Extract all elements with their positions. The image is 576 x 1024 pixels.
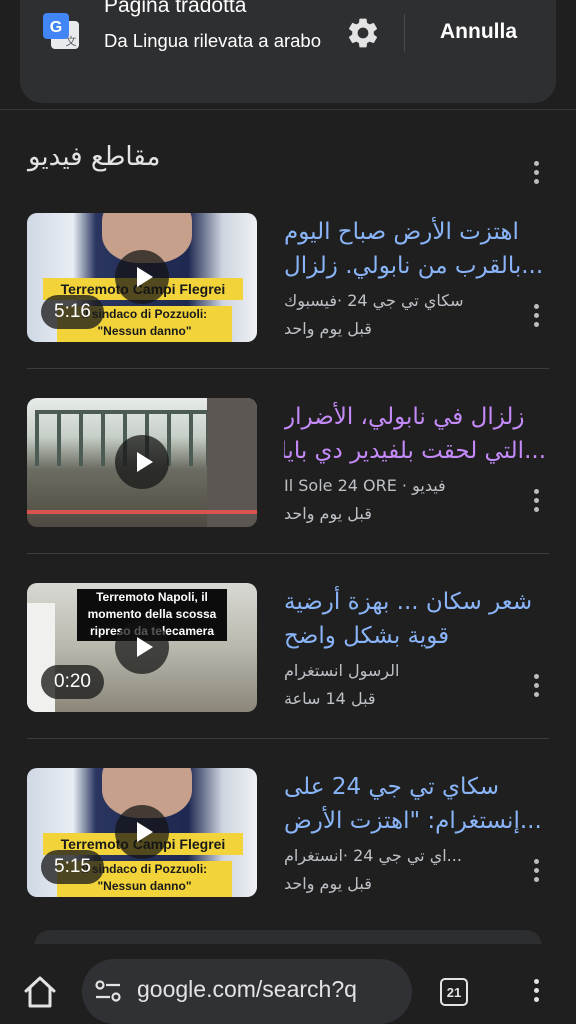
svg-text:文: 文 <box>66 34 77 48</box>
play-icon[interactable] <box>115 435 169 489</box>
gear-icon[interactable] <box>345 15 381 51</box>
video-duration: 0:20 <box>41 665 104 699</box>
video-duration: 5:16 <box>41 295 104 329</box>
section-more-options-icon[interactable] <box>524 157 548 187</box>
divider <box>27 738 549 739</box>
svg-text:G: G <box>50 19 62 36</box>
video-title[interactable]: شعر سكان ... بهزة أرضية <box>284 585 546 619</box>
divider <box>0 109 576 110</box>
divider <box>27 553 549 554</box>
video-thumbnail[interactable]: Terremoto Campi Flegrei Il sindaco di Po… <box>27 768 257 897</box>
video-title[interactable]: قوية بشكل واضح <box>284 619 546 653</box>
video-result[interactable]: Terremoto Napoli, il momento della scoss… <box>0 583 576 767</box>
video-thumbnail[interactable] <box>27 398 257 527</box>
divider <box>404 14 405 52</box>
video-thumbnail[interactable]: Terremoto Napoli, il momento della scoss… <box>27 583 257 712</box>
video-source: الرسول انستغرام <box>284 661 400 680</box>
more-options-icon[interactable] <box>524 670 548 700</box>
video-source: فيديو · Il Sole 24 ORE <box>284 476 446 495</box>
video-title[interactable]: ...التي لحقت بلفيدير دي بايا <box>284 434 546 468</box>
video-title[interactable]: زلزال في نابولي، الأضرار <box>284 400 546 434</box>
section-title-videos: مقاطع فيديو <box>28 142 161 172</box>
video-source: سكاي تي جي 24 ·فيسبوك <box>284 291 464 310</box>
cancel-translation-button[interactable]: Annulla <box>430 16 527 48</box>
video-time: قبل يوم واحد <box>284 874 372 893</box>
home-icon[interactable] <box>20 972 60 1012</box>
video-time: قبل 14 ساعة <box>284 689 376 708</box>
video-time: قبل يوم واحد <box>284 319 372 338</box>
more-options-icon[interactable] <box>524 485 548 515</box>
tab-switcher-button[interactable]: 21 <box>440 978 468 1006</box>
site-settings-icon[interactable] <box>94 979 122 1003</box>
video-result[interactable]: Terremoto Campi Flegrei Il sindaco di Po… <box>0 768 576 952</box>
video-time: قبل يوم واحد <box>284 504 372 523</box>
video-title[interactable]: سكاي تي جي 24 على <box>284 770 546 804</box>
translate-subtitle: Da Lingua rilevata a arabo <box>104 30 322 51</box>
play-icon[interactable] <box>115 620 169 674</box>
play-icon[interactable] <box>115 805 169 859</box>
video-source: ...اي تي جي 24 ·انستغرام <box>284 846 462 865</box>
url-bar[interactable]: google.com/search?q <box>82 959 412 1024</box>
video-title[interactable]: اهتزت الأرض صباح اليوم <box>284 215 546 249</box>
video-title[interactable]: ...إنستغرام: "اهتزت الأرض <box>284 804 546 838</box>
thumbnail-tape <box>27 510 257 514</box>
divider <box>27 368 549 369</box>
browser-menu-icon[interactable] <box>524 975 548 1005</box>
play-icon[interactable] <box>115 250 169 304</box>
translate-title: Pagina tradotta <box>104 0 247 17</box>
video-thumbnail[interactable]: Terremoto Campi Flegrei Il sindaco di Po… <box>27 213 257 342</box>
more-options-icon[interactable] <box>524 855 548 885</box>
video-duration: 5:15 <box>41 850 104 884</box>
url-text[interactable]: google.com/search?q <box>137 976 357 1003</box>
video-title[interactable]: ...بالقرب من نابولي. زلزال <box>284 249 546 283</box>
more-options-icon[interactable] <box>524 300 548 330</box>
video-result[interactable]: زلزال في نابولي، الأضرار ...التي لحقت بل… <box>0 398 576 582</box>
google-translate-icon[interactable]: G 文 <box>43 13 81 51</box>
thumbnail-wall <box>207 398 257 527</box>
video-result[interactable]: Terremoto Campi Flegrei Il sindaco di Po… <box>0 213 576 397</box>
